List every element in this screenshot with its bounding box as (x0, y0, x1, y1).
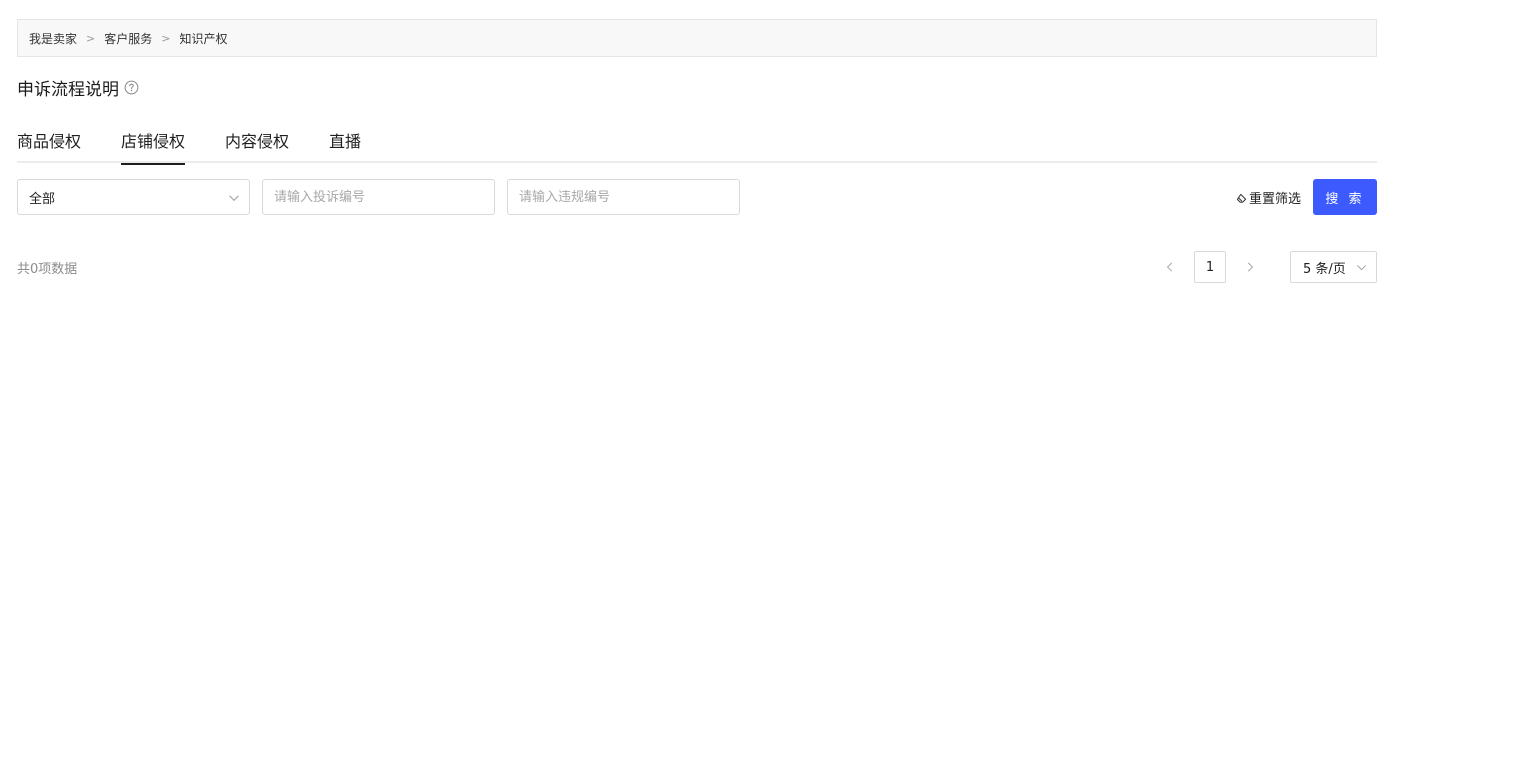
page-size-select[interactable]: 5 条/页 (1290, 251, 1377, 283)
breadcrumb: 我是卖家 > 客户服务 > 知识产权 (17, 19, 1377, 57)
breadcrumb-item-ip: 知识产权 (179, 31, 228, 46)
breadcrumb-separator: > (86, 31, 96, 45)
status-select-value: 全部 (29, 191, 56, 207)
question-circle-icon[interactable] (124, 80, 139, 95)
page-size-value: 5 条/页 (1303, 261, 1346, 277)
reset-filter-label: 重置筛选 (1248, 191, 1301, 207)
breadcrumb-item-seller[interactable]: 我是卖家 (29, 30, 77, 47)
tab-product-infringement[interactable]: 商品侵权 (17, 120, 81, 163)
page-title[interactable]: 申诉流程说明 (17, 75, 119, 100)
prev-page-button[interactable] (1154, 251, 1186, 283)
tab-store-infringement[interactable]: 店铺侵权 (121, 120, 186, 165)
eraser-icon (1236, 193, 1247, 203)
chevron-down-icon (1357, 265, 1366, 271)
tab-live[interactable]: 直播 (329, 120, 361, 163)
chevron-right-icon (1247, 262, 1254, 272)
tab-content-infringement[interactable]: 内容侵权 (225, 120, 289, 163)
tab-bar: 商品侵权 店铺侵权 内容侵权 直播 (17, 120, 1377, 165)
next-page-button[interactable] (1234, 251, 1266, 283)
breadcrumb-separator: > (161, 31, 171, 45)
page-title-row: 申诉流程说明 (17, 75, 1377, 100)
reset-filter-button[interactable]: 重置筛选 (1236, 188, 1301, 207)
page-number-button[interactable]: 1 (1194, 251, 1226, 283)
filter-actions: 重置筛选 搜 索 (1236, 179, 1377, 215)
total-count: 共0项数据 (17, 261, 78, 277)
pagination: 1 5 条/页 (1154, 251, 1377, 283)
search-button[interactable]: 搜 索 (1313, 179, 1377, 215)
chevron-down-icon (229, 195, 239, 202)
filter-bar: 全部 重置筛选 搜 索 (17, 179, 1377, 215)
result-bar: 共0项数据 1 5 条/页 (17, 251, 1377, 283)
page-container: 我是卖家 > 客户服务 > 知识产权 申诉流程说明 商品侵权 店铺侵权 内容侵权… (17, 19, 1377, 283)
chevron-left-icon (1166, 262, 1173, 272)
status-select[interactable]: 全部 (17, 179, 250, 215)
violation-number-input[interactable] (507, 179, 740, 215)
breadcrumb-item-customer-service[interactable]: 客户服务 (104, 30, 152, 47)
complaint-number-input[interactable] (262, 179, 495, 215)
